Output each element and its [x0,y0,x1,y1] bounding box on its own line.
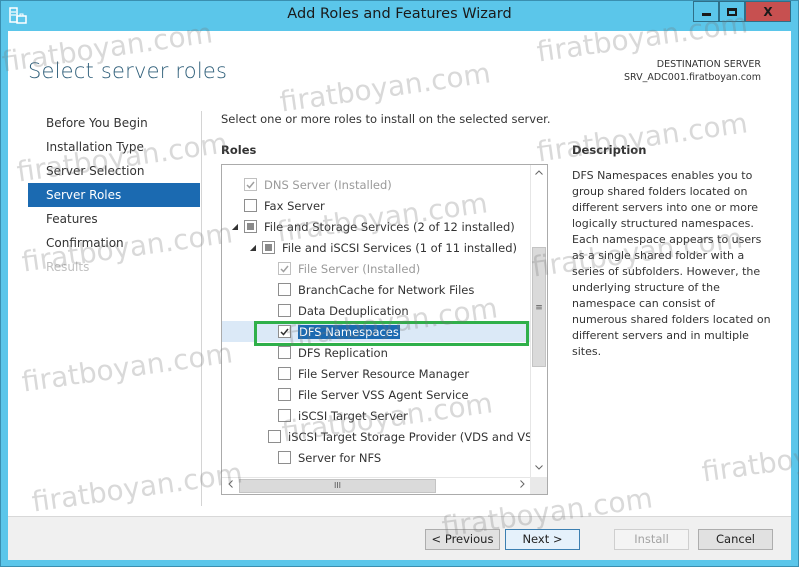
roles-heading: Roles [221,143,257,157]
vertical-scrollbar[interactable]: ≡ [530,165,547,477]
role-checkbox[interactable] [268,430,281,443]
role-label: File Server Resource Manager [298,366,470,381]
role-item[interactable]: iSCSI Target Server [222,405,532,426]
next-button[interactable]: Next > [505,529,580,550]
role-label: DNS Server (Installed) [264,177,392,192]
description-heading: Description [572,143,647,157]
role-checkbox[interactable] [278,409,291,422]
page-title: Select server roles [28,59,228,83]
destination-server-name: SRV_ADC001.firatboyan.com [623,72,761,83]
nav-step-installation-type[interactable]: Installation Type [28,135,200,159]
role-item[interactable]: iSCSI Target Storage Provider (VDS and V… [222,426,540,447]
checkmark-icon [280,328,289,336]
role-label: Data Deduplication [298,303,409,318]
role-checkbox[interactable] [262,241,275,254]
role-checkbox[interactable] [278,367,291,380]
role-checkbox[interactable] [278,304,291,317]
role-label: File and Storage Services (2 of 12 insta… [264,219,515,234]
role-item[interactable]: File Server (Installed) [222,258,532,279]
window-title: Add Roles and Features Wizard [287,6,512,22]
maximize-button[interactable] [719,1,745,22]
wizard-footer: < Previous Next > Install Cancel [8,516,791,560]
role-checkbox [278,262,291,275]
role-checkbox[interactable] [278,325,291,338]
role-label: DFS Namespaces [298,324,400,339]
horizontal-scrollbar[interactable]: III [222,477,531,494]
nav-step-before-you-begin[interactable]: Before You Begin [28,111,200,135]
role-item[interactable]: Data Deduplication [222,300,532,321]
destination-server-info: DESTINATION SERVER SRV_ADC001.firatboyan… [624,58,761,84]
role-label: DFS Replication [298,345,388,360]
scroll-down-button[interactable] [531,460,547,477]
nav-step-server-selection[interactable]: Server Selection [28,159,200,183]
role-checkbox[interactable] [278,283,291,296]
role-item[interactable]: Fax Server [222,195,532,216]
scroll-right-button[interactable] [514,478,531,494]
role-checkbox[interactable] [278,451,291,464]
nav-step-confirmation[interactable]: Confirmation [28,231,200,255]
role-label: File Server (Installed) [298,261,421,276]
role-item[interactable]: BranchCache for Network Files [222,279,532,300]
wizard-window: Add Roles and Features Wizard X Select s… [0,0,799,567]
role-item[interactable]: File Server VSS Agent Service [222,384,532,405]
role-item[interactable]: DFS Replication [222,342,532,363]
nav-step-server-roles[interactable]: Server Roles [28,183,200,207]
role-label: File Server VSS Agent Service [298,387,469,402]
vertical-scroll-thumb[interactable]: ≡ [532,247,546,367]
role-checkbox[interactable] [278,388,291,401]
minimize-button[interactable] [693,1,719,22]
expand-collapse-icon[interactable]: ◢ [248,243,258,252]
wizard-steps-nav: Before You Begin Installation Type Serve… [28,111,200,279]
role-label: iSCSI Target Storage Provider (VDS and V… [288,429,540,444]
maximize-icon [727,7,737,16]
cancel-button[interactable]: Cancel [698,529,773,550]
role-item[interactable]: Server for NFS [222,447,532,468]
nav-step-results: Results [46,260,90,274]
role-item[interactable]: ◢ File and iSCSI Services (1 of 11 instal… [222,237,532,258]
role-checkbox[interactable] [244,199,257,212]
role-item[interactable]: File Server Resource Manager [222,363,532,384]
wizard-content: Select server roles DESTINATION SERVER S… [8,31,791,560]
chevron-up-icon [535,170,543,175]
scroll-left-button[interactable] [222,478,239,494]
destination-label: DESTINATION SERVER [656,59,761,70]
role-label: Server for NFS [298,450,382,465]
previous-button[interactable]: < Previous [425,529,500,550]
title-bar[interactable]: Add Roles and Features Wizard X [1,1,798,31]
nav-step-features[interactable]: Features [28,207,200,231]
scrollbar-corner [530,477,547,494]
chevron-down-icon [535,465,543,470]
role-item[interactable]: DFS Namespaces [222,321,532,342]
horizontal-scroll-thumb[interactable]: III [239,479,436,493]
description-text: DFS Namespaces enables you to group shar… [572,169,771,358]
instruction-text: Select one or more roles to install on t… [221,112,551,126]
scroll-up-button[interactable] [531,165,547,182]
expand-collapse-icon[interactable]: ◢ [230,222,240,231]
checkmark-icon [246,181,255,189]
role-item[interactable]: ◢ File and Storage Services (2 of 12 inst… [222,216,532,237]
role-label: File and iSCSI Services (1 of 11 install… [282,240,517,255]
install-button: Install [614,529,689,550]
role-label: BranchCache for Network Files [298,282,475,297]
chevron-left-icon [228,480,233,488]
nav-divider [201,111,202,506]
role-checkbox[interactable] [244,220,257,233]
role-label: Fax Server [264,198,325,213]
role-label: iSCSI Target Server [298,408,408,423]
role-checkbox [244,178,257,191]
roles-tree[interactable]: DNS Server (Installed) Fax Server ◢ File an… [221,164,548,495]
close-button[interactable]: X [745,1,791,22]
chevron-right-icon [520,480,525,488]
role-item[interactable]: DNS Server (Installed) [222,174,532,195]
minimize-icon [701,13,711,16]
role-checkbox[interactable] [278,346,291,359]
close-icon: X [763,4,773,19]
checkmark-icon [280,265,289,273]
